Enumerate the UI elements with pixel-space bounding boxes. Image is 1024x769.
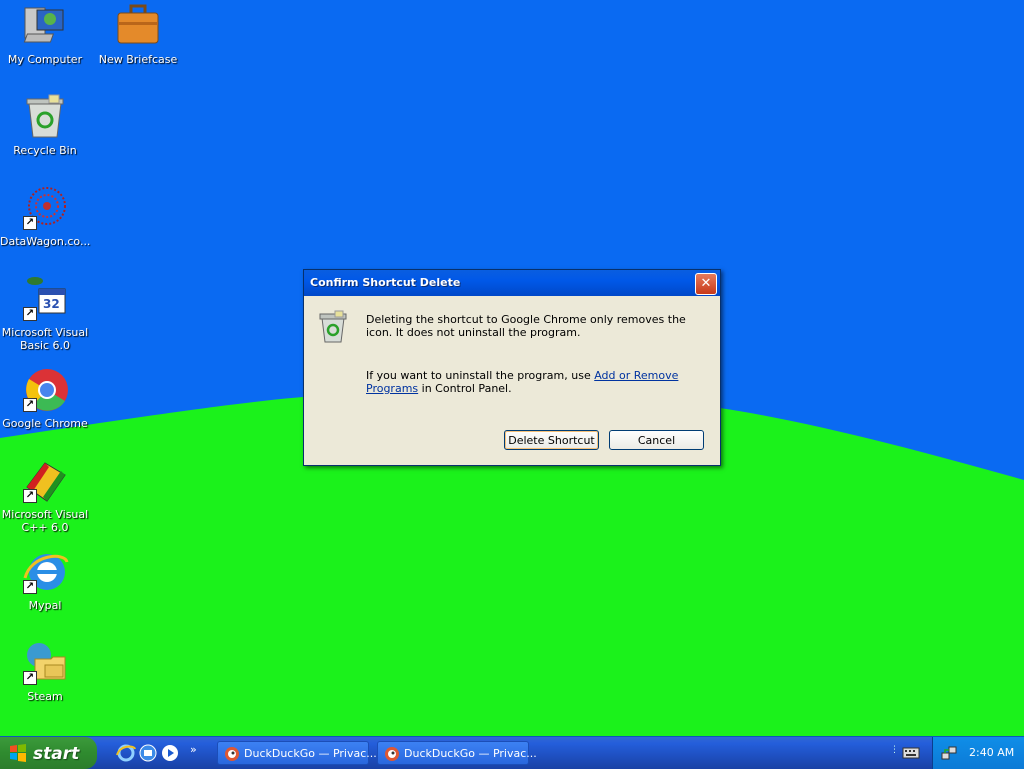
desktop: My Computer New Briefcase Recycle Bin ↗ … xyxy=(0,0,1024,736)
dialog-body: Deleting the shortcut to Google Chrome o… xyxy=(304,296,720,465)
close-icon: ✕ xyxy=(700,276,712,291)
duckduckgo-icon xyxy=(225,747,239,761)
taskbar-button-label: DuckDuckGo — Privac... xyxy=(244,747,377,760)
datawagon-icon: ↗ xyxy=(21,184,69,232)
taskbar-button-label: DuckDuckGo — Privac... xyxy=(404,747,537,760)
start-button[interactable]: start xyxy=(0,737,97,769)
network-icon[interactable] xyxy=(941,745,957,761)
shortcut-arrow-icon: ↗ xyxy=(23,671,37,685)
desktop-icon-label: Recycle Bin xyxy=(13,144,77,157)
dialog-message: Deleting the shortcut to Google Chrome o… xyxy=(366,313,686,339)
desktop-icon-recycle-bin[interactable]: Recycle Bin xyxy=(0,93,90,157)
taskbar-button-duckduckgo-2[interactable]: DuckDuckGo — Privac... xyxy=(377,741,537,765)
taskbar: start » DuckDuckGo — Privac... DuckDuckG… xyxy=(0,736,1024,769)
cancel-button[interactable]: Cancel xyxy=(609,430,704,450)
dialog-titlebar[interactable]: Confirm Shortcut Delete ✕ xyxy=(304,270,720,296)
desktop-icon-datawagon[interactable]: ↗ DataWagon.co... xyxy=(0,184,90,248)
briefcase-icon xyxy=(114,2,162,50)
chrome-icon: ↗ xyxy=(21,366,69,414)
uninstall-hint-suffix: in Control Panel. xyxy=(418,382,512,395)
desktop-icon-label: Steam xyxy=(27,690,63,703)
dialog-uninstall-hint: If you want to uninstall the program, us… xyxy=(366,369,711,395)
internet-explorer-icon[interactable] xyxy=(116,743,136,763)
uninstall-hint-prefix: If you want to uninstall the program, us… xyxy=(366,369,595,382)
my-computer-icon xyxy=(21,2,69,50)
close-button[interactable]: ✕ xyxy=(695,273,717,295)
desktop-icon-label: Mypal xyxy=(28,599,62,612)
desktop-icon-google-chrome[interactable]: ↗ Google Chrome xyxy=(0,366,90,430)
shortcut-arrow-icon: ↗ xyxy=(23,489,37,503)
desktop-icon-label: Google Chrome xyxy=(2,417,88,430)
desktop-icon-label: New Briefcase xyxy=(98,53,178,66)
recycle-bin-icon xyxy=(21,93,69,141)
delete-shortcut-button[interactable]: Delete Shortcut xyxy=(504,430,599,450)
windows-flag-icon xyxy=(10,744,26,762)
recycle-bin-icon xyxy=(319,310,347,343)
system-tray: 2:40 AM xyxy=(932,737,1024,769)
shortcut-arrow-icon: ↗ xyxy=(23,216,37,230)
dialog-title: Confirm Shortcut Delete xyxy=(310,276,461,289)
desktop-icon-my-computer[interactable]: My Computer xyxy=(0,2,90,66)
shortcut-arrow-icon: ↗ xyxy=(23,398,37,412)
desktop-icon-label: DataWagon.co... xyxy=(0,235,91,248)
visual-basic-icon: 32 ↗ xyxy=(21,275,69,323)
tray-grip-icon: ⋮ xyxy=(890,745,899,755)
desktop-icon-steam[interactable]: ↗ Steam xyxy=(0,639,90,703)
media-player-icon[interactable] xyxy=(160,743,180,763)
desktop-icon-new-briefcase[interactable]: New Briefcase xyxy=(93,2,183,66)
steam-icon: ↗ xyxy=(21,639,69,687)
start-label: start xyxy=(33,744,80,764)
taskbar-button-duckduckgo-1[interactable]: DuckDuckGo — Privac... xyxy=(217,741,377,765)
desktop-icon-visual-basic[interactable]: 32 ↗ Microsoft Visual Basic 6.0 xyxy=(0,275,90,352)
shortcut-arrow-icon: ↗ xyxy=(23,580,37,594)
keyboard-icon[interactable] xyxy=(902,746,920,760)
desktop-icon-label: Microsoft Visual C++ 6.0 xyxy=(1,508,89,534)
mypal-icon: ↗ xyxy=(21,548,69,596)
desktop-icon-label: Microsoft Visual Basic 6.0 xyxy=(1,326,89,352)
desktop-icon-label: My Computer xyxy=(7,53,83,66)
confirm-shortcut-delete-dialog: Confirm Shortcut Delete ✕ Deleting the s… xyxy=(303,269,721,466)
duckduckgo-icon xyxy=(385,747,399,761)
desktop-icon-mypal[interactable]: ↗ Mypal xyxy=(0,548,90,612)
clock[interactable]: 2:40 AM xyxy=(969,746,1014,759)
visual-cpp-icon: ↗ xyxy=(21,457,69,505)
outlook-express-icon[interactable] xyxy=(138,743,158,763)
desktop-icon-visual-cpp[interactable]: ↗ Microsoft Visual C++ 6.0 xyxy=(0,457,90,534)
svg-text:32: 32 xyxy=(43,297,60,311)
shortcut-arrow-icon: ↗ xyxy=(23,307,37,321)
quick-launch-more-icon[interactable]: » xyxy=(190,743,197,756)
